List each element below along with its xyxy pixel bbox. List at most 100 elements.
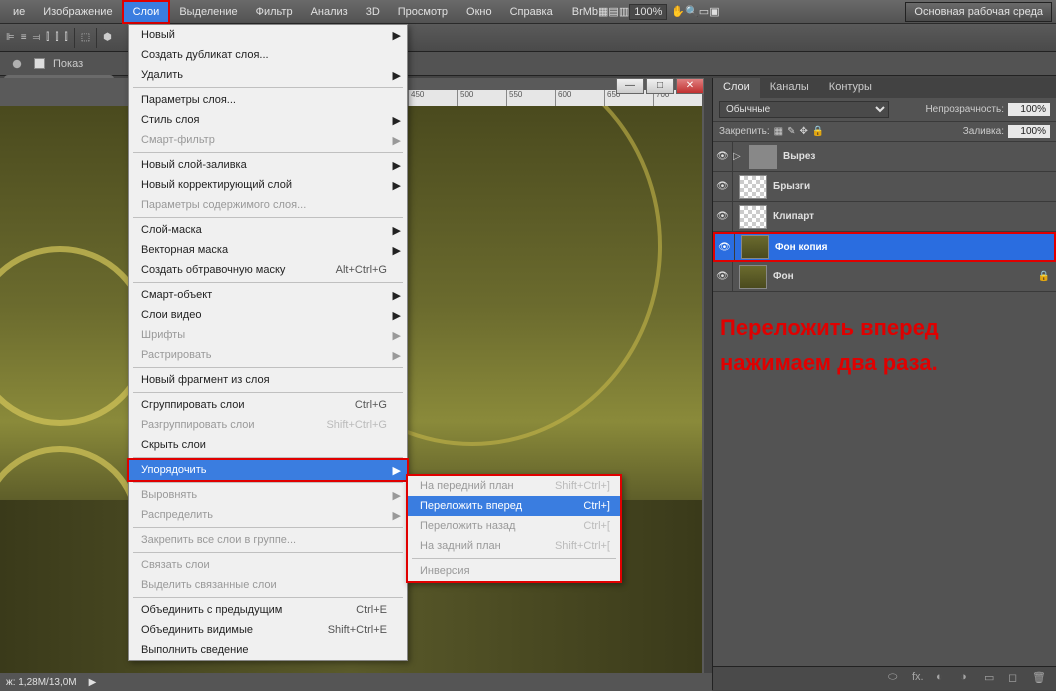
arrange-docs-icon[interactable]: ▭ bbox=[699, 5, 709, 18]
fill-value[interactable]: 100% bbox=[1008, 125, 1050, 138]
menu-item[interactable]: Создать дубликат слоя... bbox=[129, 45, 407, 65]
arrange-submenu: На передний планShift+Ctrl+]Переложить в… bbox=[406, 474, 622, 583]
visibility-eye-icon[interactable]: 👁 bbox=[713, 172, 733, 201]
close-button[interactable]: ✕ bbox=[676, 78, 704, 94]
menu-item[interactable]: Параметры слоя... bbox=[129, 90, 407, 110]
lock-position-icon[interactable]: ✥ bbox=[800, 126, 808, 137]
menu-window[interactable]: Окно bbox=[457, 2, 501, 22]
link-layers-icon[interactable]: ⬭ bbox=[888, 671, 904, 687]
submenu-item: На передний планShift+Ctrl+] bbox=[408, 476, 620, 496]
visibility-eye-icon[interactable]: 👁 bbox=[713, 142, 733, 171]
menu-3d[interactable]: 3D bbox=[357, 2, 389, 22]
menu-item[interactable]: Новый▶ bbox=[129, 25, 407, 45]
minimize-button[interactable]: — bbox=[616, 78, 644, 94]
view-extras-icon[interactable]: ▦ bbox=[598, 5, 608, 18]
fill-label: Заливка: bbox=[963, 126, 1004, 137]
view-guides-icon[interactable]: ▤ bbox=[608, 5, 618, 18]
status-bar: ж: 1,28M/13,0M ▶ bbox=[0, 673, 712, 691]
minibridge-icon[interactable]: Mb bbox=[583, 6, 598, 18]
show-checkbox[interactable] bbox=[34, 58, 45, 69]
layer-thumbnail bbox=[739, 265, 767, 289]
menu-item[interactable]: Слои видео▶ bbox=[129, 305, 407, 325]
group-icon[interactable]: ▭ bbox=[984, 671, 1000, 687]
show-label: Показ bbox=[53, 58, 83, 70]
hand-icon[interactable]: ✋ bbox=[671, 5, 685, 18]
submenu-item: На задний планShift+Ctrl+[ bbox=[408, 536, 620, 556]
layer-row[interactable]: 👁Фон🔒 bbox=[713, 262, 1056, 292]
bridge-icon[interactable]: Br bbox=[572, 6, 583, 18]
status-arrow-icon[interactable]: ▶ bbox=[89, 677, 97, 688]
distribute-icon[interactable]: ⫿ bbox=[65, 32, 68, 43]
menu-view[interactable]: Просмотр bbox=[389, 2, 457, 22]
visibility-eye-icon[interactable]: 👁 bbox=[715, 234, 735, 260]
menu-item[interactable]: Стиль слоя▶ bbox=[129, 110, 407, 130]
menu-item: Связать слои bbox=[129, 555, 407, 575]
layers-list: 👁▷Вырез👁Брызги👁Клипарт👁Фон копия👁Фон🔒 bbox=[713, 142, 1056, 292]
menu-image[interactable]: Изображение bbox=[34, 2, 121, 22]
adjustment-icon[interactable]: ◑ bbox=[960, 671, 976, 687]
submenu-item[interactable]: Переложить впередCtrl+] bbox=[408, 496, 620, 516]
opacity-value[interactable]: 100% bbox=[1008, 103, 1050, 116]
menu-item[interactable]: Объединить с предыдущимCtrl+E bbox=[129, 600, 407, 620]
menu-select[interactable]: Выделение bbox=[170, 2, 246, 22]
menu-item[interactable]: Новый слой-заливка▶ bbox=[129, 155, 407, 175]
zoom-level[interactable]: 100% bbox=[629, 4, 667, 20]
menu-item[interactable]: Объединить видимыеShift+Ctrl+E bbox=[129, 620, 407, 640]
menu-item[interactable]: Сгруппировать слоиCtrl+G bbox=[129, 395, 407, 415]
tab-paths[interactable]: Контуры bbox=[819, 78, 882, 98]
auto-align-icon[interactable]: ⬚ bbox=[81, 32, 90, 43]
menu-item[interactable]: Выполнить сведение bbox=[129, 640, 407, 660]
doc-size: ж: 1,28M/13,0M bbox=[6, 677, 77, 688]
menu-item[interactable]: Смарт-объект▶ bbox=[129, 285, 407, 305]
menu-item[interactable]: Новый корректирующий слой▶ bbox=[129, 175, 407, 195]
align-right-icon[interactable]: ⫤ bbox=[33, 32, 41, 43]
layer-row[interactable]: 👁Клипарт bbox=[713, 202, 1056, 232]
distribute-icon[interactable]: ⫿ bbox=[55, 32, 58, 43]
tool-preset-icon[interactable] bbox=[8, 55, 26, 73]
menu-item[interactable]: Векторная маска▶ bbox=[129, 240, 407, 260]
layer-row[interactable]: 👁▷Вырез bbox=[713, 142, 1056, 172]
new-layer-icon[interactable]: ◻ bbox=[1008, 671, 1024, 687]
distribute-icon[interactable]: ⫿ bbox=[46, 32, 49, 43]
mask-icon[interactable]: ◐ bbox=[936, 671, 952, 687]
screen-mode-icon[interactable]: ▣ bbox=[709, 5, 719, 18]
menu-item: Растрировать▶ bbox=[129, 345, 407, 365]
menu-item[interactable]: Упорядочить▶ bbox=[127, 458, 409, 482]
tab-channels[interactable]: Каналы bbox=[760, 78, 819, 98]
menu-item: Распределить▶ bbox=[129, 505, 407, 525]
layer-thumbnail bbox=[741, 235, 769, 259]
menu-help[interactable]: Справка bbox=[501, 2, 562, 22]
blend-mode-select[interactable]: Обычные bbox=[719, 101, 889, 118]
menu-item[interactable]: Создать обтравочную маскуAlt+Ctrl+G bbox=[129, 260, 407, 280]
view-grid-icon[interactable]: ▥ bbox=[619, 5, 629, 18]
menu-item[interactable]: Удалить▶ bbox=[129, 65, 407, 85]
layer-name: Брызги bbox=[773, 181, 810, 192]
menu-item[interactable]: Слой-маска▶ bbox=[129, 220, 407, 240]
layer-name: Вырез bbox=[783, 151, 815, 162]
align-left-icon[interactable]: ⊫ bbox=[6, 32, 15, 43]
lock-transparent-icon[interactable]: ▦ bbox=[774, 126, 783, 137]
lock-pixels-icon[interactable]: ✎ bbox=[787, 126, 795, 137]
menu-item[interactable]: Скрыть слои bbox=[129, 435, 407, 455]
lock-all-icon[interactable]: 🔒 bbox=[812, 126, 824, 137]
layer-row[interactable]: 👁Фон копия bbox=[713, 232, 1056, 262]
menu-filter[interactable]: Фильтр bbox=[247, 2, 302, 22]
zoom-icon[interactable]: 🔍 bbox=[685, 5, 699, 18]
menu-analysis[interactable]: Анализ bbox=[302, 2, 357, 22]
menu-layers[interactable]: Слои bbox=[122, 0, 171, 24]
3d-mode-icon[interactable]: ⬢ bbox=[103, 32, 112, 43]
trash-icon[interactable]: 🗑 bbox=[1032, 671, 1048, 687]
workspace-switcher[interactable]: Основная рабочая среда bbox=[905, 2, 1052, 22]
menu-item[interactable]: ие bbox=[4, 2, 34, 22]
layer-row[interactable]: 👁 Брызги bbox=[713, 172, 1056, 202]
menu-item: Выровнять▶ bbox=[129, 485, 407, 505]
visibility-eye-icon[interactable]: 👁 bbox=[713, 202, 733, 231]
fx-icon[interactable]: fx. bbox=[912, 671, 928, 687]
menu-item[interactable]: Новый фрагмент из слоя bbox=[129, 370, 407, 390]
layers-panel-footer: ⬭ fx. ◐ ◑ ▭ ◻ 🗑 bbox=[713, 666, 1056, 690]
tab-layers[interactable]: Слои bbox=[713, 78, 760, 98]
visibility-eye-icon[interactable]: 👁 bbox=[713, 262, 733, 291]
menu-item: Смарт-фильтр▶ bbox=[129, 130, 407, 150]
maximize-button[interactable]: □ bbox=[646, 78, 674, 94]
align-center-icon[interactable]: ≡ bbox=[21, 32, 27, 43]
